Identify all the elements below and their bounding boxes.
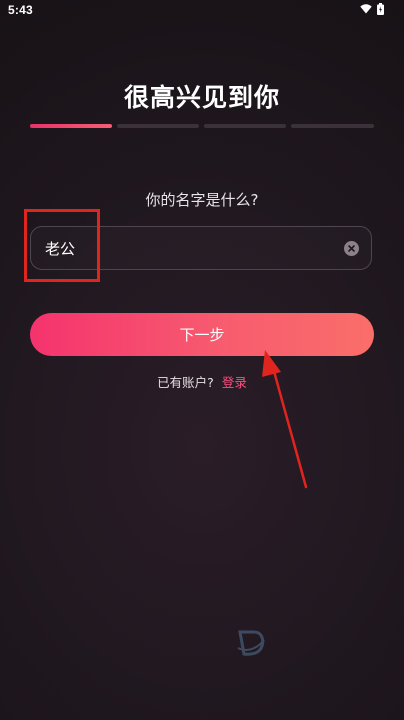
status-bar: 5:43: [0, 0, 404, 20]
highlight-box: [24, 209, 100, 282]
progress-step-2: [117, 124, 199, 128]
login-link[interactable]: 登录: [222, 375, 247, 390]
clear-button[interactable]: [344, 241, 359, 256]
page-title: 很高兴见到你: [123, 83, 280, 112]
step-progress: [30, 124, 374, 128]
battery-icon: [377, 3, 384, 15]
status-time: 5:43: [8, 3, 33, 17]
wifi-icon: [360, 4, 372, 14]
watermark-logo: [236, 628, 356, 658]
progress-step-4: [291, 124, 374, 128]
watermark-icon: [237, 630, 265, 656]
clear-icon: [348, 245, 355, 252]
progress-step-1: [30, 124, 112, 128]
name-question: 你的名字是什么?: [145, 191, 259, 209]
progress-step-3: [204, 124, 286, 128]
login-row: 已有账户? 登录: [0, 372, 404, 391]
login-prompt: 已有账户?: [157, 375, 214, 390]
app-screen: 5:43 很高兴见到你 你的名字是什么? 下一步 已有账户? 登录: [0, 0, 404, 720]
next-button[interactable]: 下一步: [30, 313, 374, 356]
